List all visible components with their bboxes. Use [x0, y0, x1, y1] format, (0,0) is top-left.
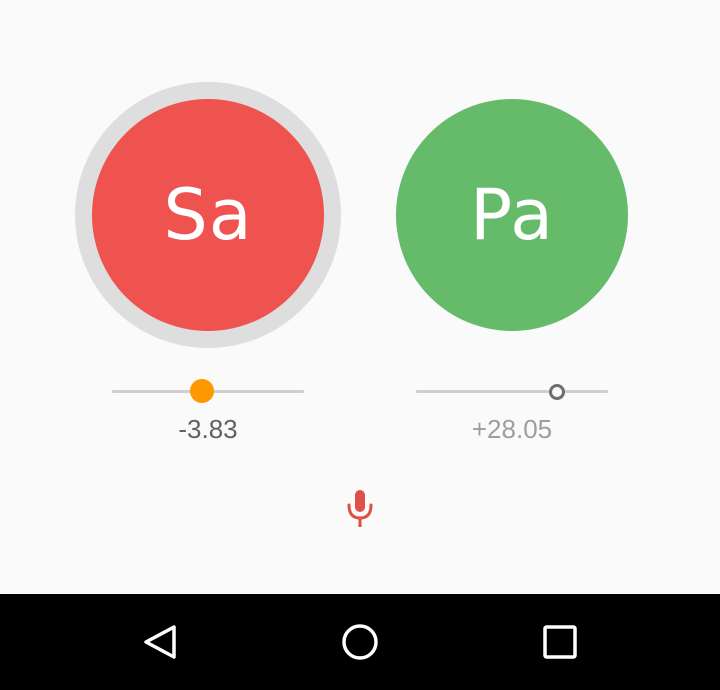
tuner-screen: Sa Pa -3.83 +28.05: [0, 0, 720, 594]
pa-slider-track: [416, 390, 608, 393]
sa-pitch-slider[interactable]: [112, 377, 304, 405]
note-button-sa[interactable]: Sa: [92, 99, 324, 331]
back-triangle-icon: [144, 625, 176, 659]
microphone-button[interactable]: [340, 486, 380, 530]
pa-slider-thumb[interactable]: [549, 384, 566, 400]
sa-cents-value: -3.83: [178, 414, 238, 444]
sa-slider-thumb[interactable]: [190, 379, 215, 403]
nav-back-button[interactable]: [130, 612, 190, 672]
note-label-sa: Sa: [163, 174, 253, 256]
system-navigation-bar: [0, 594, 720, 690]
nav-home-button[interactable]: [330, 612, 390, 672]
pa-pitch-slider[interactable]: [416, 377, 608, 405]
note-label-pa: Pa: [470, 174, 554, 256]
nav-recents-button[interactable]: [530, 612, 590, 672]
recents-square-icon: [543, 625, 577, 659]
pa-cents-value: +28.05: [471, 414, 553, 444]
note-button-pa[interactable]: Pa: [396, 99, 628, 331]
home-circle-icon: [342, 624, 378, 660]
microphone-icon: [347, 490, 373, 527]
